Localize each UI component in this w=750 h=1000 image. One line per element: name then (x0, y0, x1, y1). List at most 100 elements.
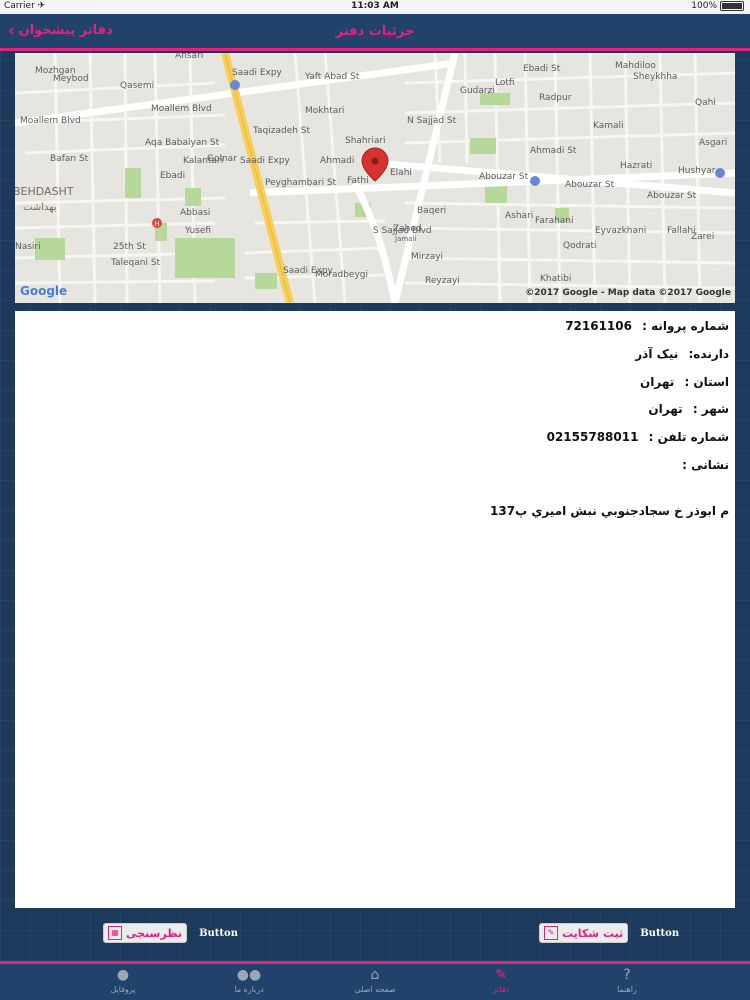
map-label: S Sajjad Blvd (373, 226, 432, 236)
tab-offices[interactable]: ✎ دفاتر (438, 964, 564, 1000)
map-label: بهداشت (23, 202, 57, 213)
map-label: Taqizadeh St (252, 126, 311, 136)
tab-help[interactable]: ? راهنما (564, 964, 690, 1000)
map-label: Abouzar St (565, 180, 615, 190)
address-value: م ابوذر خ سجادجنوبي نبش اميري پ137 (490, 504, 729, 518)
status-time: 11:03 AM (351, 1, 399, 11)
map-label: Qahi (695, 98, 716, 108)
map-label: Qasemi (120, 81, 154, 91)
map-label: Ebadi (160, 171, 185, 181)
tab-bar: ● پروفایل ●● درباره ما ⌂ صفحه اصلی ✎ دفا… (0, 964, 750, 1000)
map-label: Eyvazkhani (595, 226, 646, 236)
map-label: Ahmadi St (530, 146, 577, 156)
province-label: استان : (684, 375, 729, 389)
complaint-label: ثبت شکایت (562, 926, 624, 940)
map-label: BEHDASHT (15, 185, 74, 198)
complaint-button[interactable]: ✎ ثبت شکایت (539, 923, 629, 943)
province-value: تهران (640, 375, 675, 389)
header-divider (0, 48, 750, 51)
map-attribution: ©2017 Google - Map data ©2017 Google (525, 288, 731, 298)
map-label: N Sajjad St (407, 116, 457, 126)
tab-label: دفاتر (492, 985, 510, 994)
map-label: 25th St (113, 242, 146, 252)
tab-label: راهنما (617, 985, 637, 994)
map-label: Khatibi (540, 274, 571, 284)
province-row: استان : تهران (640, 375, 729, 389)
map-label: Abbasi (180, 208, 210, 218)
map-label: Lotfi (495, 78, 515, 88)
right-button[interactable]: Button (640, 928, 679, 939)
home-icon: ⌂ (370, 967, 380, 983)
tab-home[interactable]: ⌂ صفحه اصلی (312, 964, 438, 1000)
phone-value: 02155788011 (546, 430, 639, 444)
phone-label: شماره تلفن : (648, 430, 729, 444)
map-label: Farahani (535, 216, 574, 226)
survey-button[interactable]: ▦ نظرسنجی (103, 923, 188, 943)
hospital-icon: H (152, 218, 162, 228)
map-label: Hushyar (678, 166, 716, 176)
navigation-bar: ‹ دفاتر پیشخوان جزئیات دفتر (0, 14, 750, 48)
map-canvas: H BEHDASHT بهداشت Yaft Abad St Qasemi Mo… (15, 53, 735, 303)
map-label: Baqeri (417, 206, 446, 216)
map-label: Kalantari (183, 156, 223, 166)
map-label: Nasiri (15, 242, 41, 252)
google-logo: Google (20, 284, 67, 298)
battery-indicator: 100% (691, 1, 744, 11)
owner-value: نیک آذر (635, 347, 679, 361)
map-label: Mokhtari (305, 106, 344, 116)
tab-profile[interactable]: ● پروفایل (60, 964, 186, 1000)
pen-icon: ✎ (495, 967, 507, 983)
map-label: Moallem Blvd (20, 116, 81, 126)
survey-label: نظرسنجی (126, 926, 183, 940)
address-label: نشانی : (682, 458, 729, 472)
map-label: Abouzar St (479, 172, 529, 182)
owner-row: دارنده: نیک آذر (635, 347, 729, 361)
tab-label: درباره ما (234, 985, 264, 994)
complaint-button-group: ✎ ثبت شکایت Button (539, 923, 679, 943)
map-label: Ashari (505, 211, 533, 221)
license-row: شماره پروانه : 72161106 (565, 319, 729, 333)
map-label: Ansari (175, 53, 203, 61)
user-icon: ● (116, 967, 130, 983)
map-label: Sheykhha (633, 72, 677, 82)
map-label: Aqa Babaiyan St (145, 138, 220, 148)
city-row: شهر : تهران (648, 402, 729, 416)
license-value: 72161106 (565, 319, 632, 333)
tab-about[interactable]: ●● درباره ما (186, 964, 312, 1000)
svg-text:H: H (154, 220, 159, 228)
map-label: Saadi Expy (240, 156, 291, 166)
map-label: Hazrati (620, 161, 652, 171)
map-label: Jamali (394, 235, 416, 243)
map-label: Mirzayi (411, 252, 443, 262)
map-label: Qodrati (563, 241, 597, 251)
map-label: Gudarzi (460, 86, 495, 96)
map-label: Asgari (699, 138, 727, 148)
people-icon: ●● (236, 967, 262, 983)
map-label: Ahmadi (320, 156, 354, 166)
map-label: Mahdiloo (615, 61, 656, 71)
map-label: Moallem Blvd (151, 104, 212, 114)
map-label: Zarei (691, 232, 714, 242)
map-label: Reyzayi (425, 276, 460, 286)
map-label: Meybod (53, 74, 89, 84)
map-label: Taleqani St (110, 258, 161, 268)
license-label: شماره پروانه : (642, 319, 729, 333)
map-label: Saadi Expy (283, 266, 334, 276)
map-label: Elahi (390, 168, 412, 178)
battery-percent: 100% (691, 1, 717, 11)
map-view[interactable]: H BEHDASHT بهداشت Yaft Abad St Qasemi Mo… (15, 53, 735, 303)
edit-icon: ✎ (544, 926, 558, 940)
grid-icon: ▦ (108, 926, 122, 940)
map-label: Kamali (593, 121, 624, 131)
help-icon: ? (623, 967, 631, 983)
transit-icon (230, 80, 240, 90)
details-card: شماره پروانه : 72161106 دارنده: نیک آذر … (15, 311, 735, 908)
left-button[interactable]: Button (199, 928, 238, 939)
owner-label: دارنده: (688, 347, 730, 361)
battery-icon (720, 1, 744, 11)
survey-button-group: ▦ نظرسنجی Button (103, 923, 238, 943)
phone-row: شماره تلفن : 02155788011 (547, 430, 729, 444)
map-label: Shahriari (345, 136, 386, 146)
city-value: تهران (648, 402, 683, 416)
map-label: Yusefi (184, 226, 211, 236)
